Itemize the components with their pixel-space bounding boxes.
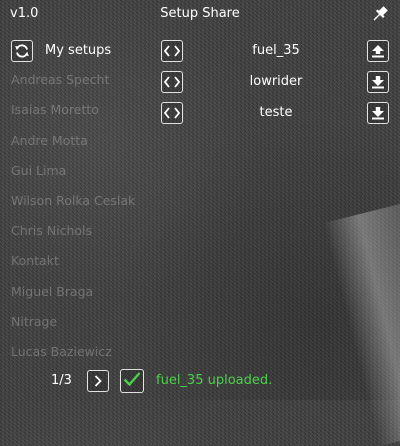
driver-list-item[interactable]: Wilson Rolka Ceslak (11, 193, 135, 208)
my-setups-label[interactable]: My setups (45, 43, 111, 58)
driver-list-item[interactable]: Lucas Baziewicz (11, 344, 112, 359)
chevron-right-icon (93, 375, 103, 387)
download-icon (371, 106, 385, 120)
code-brackets-icon (164, 76, 180, 88)
refresh-icon (14, 43, 30, 59)
download-button[interactable] (367, 102, 389, 124)
refresh-button[interactable] (11, 40, 33, 62)
setup-swap-button[interactable] (161, 71, 183, 93)
setup-name[interactable]: teste (196, 105, 356, 120)
next-page-button[interactable] (87, 370, 109, 392)
download-icon (371, 75, 385, 89)
app-title: Setup Share (160, 6, 240, 21)
setup-name[interactable]: lowrider (196, 74, 356, 89)
setup-swap-button[interactable] (161, 102, 183, 124)
upload-icon (371, 44, 385, 58)
driver-list-item[interactable]: Isaias Moretto (11, 102, 99, 117)
pin-icon[interactable] (370, 4, 390, 24)
setup-name[interactable]: fuel_35 (196, 43, 356, 58)
driver-list-item[interactable]: Kontakt (11, 253, 59, 268)
driver-list-item[interactable]: Chris Nichols (11, 223, 92, 238)
upload-button[interactable] (367, 40, 389, 62)
check-icon (123, 371, 141, 391)
driver-list-item[interactable]: Nitrage (11, 314, 57, 329)
page-indicator: 1/3 (51, 373, 72, 388)
driver-list-item[interactable]: Gui Lima (11, 163, 66, 178)
driver-list-item[interactable]: Miguel Braga (11, 284, 93, 299)
code-brackets-icon (164, 45, 180, 57)
setup-swap-button[interactable] (161, 40, 183, 62)
road-texture-highlight (323, 203, 400, 446)
driver-list-item[interactable]: Andreas Specht (11, 72, 109, 87)
status-message: fuel_35 uploaded. (156, 373, 273, 388)
status-check-box (120, 369, 144, 393)
download-button[interactable] (367, 71, 389, 93)
code-brackets-icon (164, 107, 180, 119)
driver-list-item[interactable]: Andre Motta (11, 133, 88, 148)
